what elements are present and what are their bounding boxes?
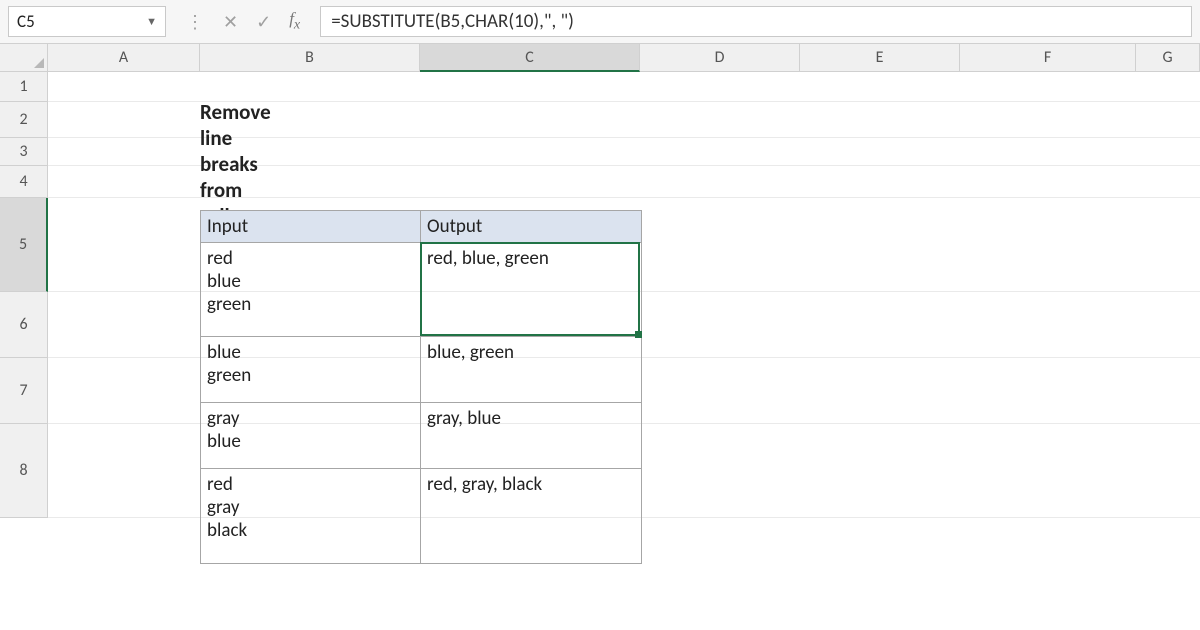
col-header-F[interactable]: F (960, 44, 1136, 72)
row-4-cells[interactable] (48, 166, 1200, 198)
col-header-A[interactable]: A (48, 44, 200, 72)
column-headers: A B C D E F G (0, 44, 1200, 72)
row-7-cells[interactable] (48, 358, 1200, 424)
grid-rows: 1 2 3 4 5 6 7 8 (0, 72, 1200, 518)
row-header-2[interactable]: 2 (0, 102, 48, 138)
row-header-6[interactable]: 6 (0, 292, 48, 358)
more-icon: ⋮ (186, 11, 205, 33)
dropdown-icon[interactable]: ▼ (146, 15, 157, 28)
row-6-cells[interactable] (48, 292, 1200, 358)
row-1-cells[interactable] (48, 72, 1200, 102)
name-box[interactable]: C5 ▼ (8, 6, 166, 37)
formula-bar-controls: ⋮ ✕ ✓ fx (176, 6, 310, 37)
cancel-icon[interactable]: ✕ (223, 11, 238, 33)
row-header-7[interactable]: 7 (0, 358, 48, 424)
formula-bar: C5 ▼ ⋮ ✕ ✓ fx =SUBSTITUTE(B5,CHAR(10),",… (0, 0, 1200, 44)
formula-text: =SUBSTITUTE(B5,CHAR(10),", ") (331, 10, 574, 33)
row-header-5[interactable]: 5 (0, 198, 48, 292)
row-8-cells[interactable] (48, 424, 1200, 518)
row-2-cells[interactable] (48, 102, 1200, 138)
insert-function-icon[interactable]: fx (289, 9, 300, 33)
row-5-cells[interactable] (48, 198, 1200, 292)
col-header-C[interactable]: C (420, 44, 640, 72)
col-header-B[interactable]: B (200, 44, 420, 72)
col-header-E[interactable]: E (800, 44, 960, 72)
row-3-cells[interactable] (48, 138, 1200, 166)
col-header-G[interactable]: G (1136, 44, 1200, 72)
enter-icon[interactable]: ✓ (256, 11, 271, 33)
select-all-corner[interactable] (0, 44, 48, 72)
name-box-value: C5 (17, 11, 35, 32)
row-header-3[interactable]: 3 (0, 138, 48, 166)
formula-input[interactable]: =SUBSTITUTE(B5,CHAR(10),", ") (320, 6, 1192, 37)
col-header-D[interactable]: D (640, 44, 800, 72)
worksheet: A B C D E F G 1 2 3 4 5 6 (0, 44, 1200, 518)
row-header-1[interactable]: 1 (0, 72, 48, 102)
row-header-4[interactable]: 4 (0, 166, 48, 198)
row-header-8[interactable]: 8 (0, 424, 48, 518)
